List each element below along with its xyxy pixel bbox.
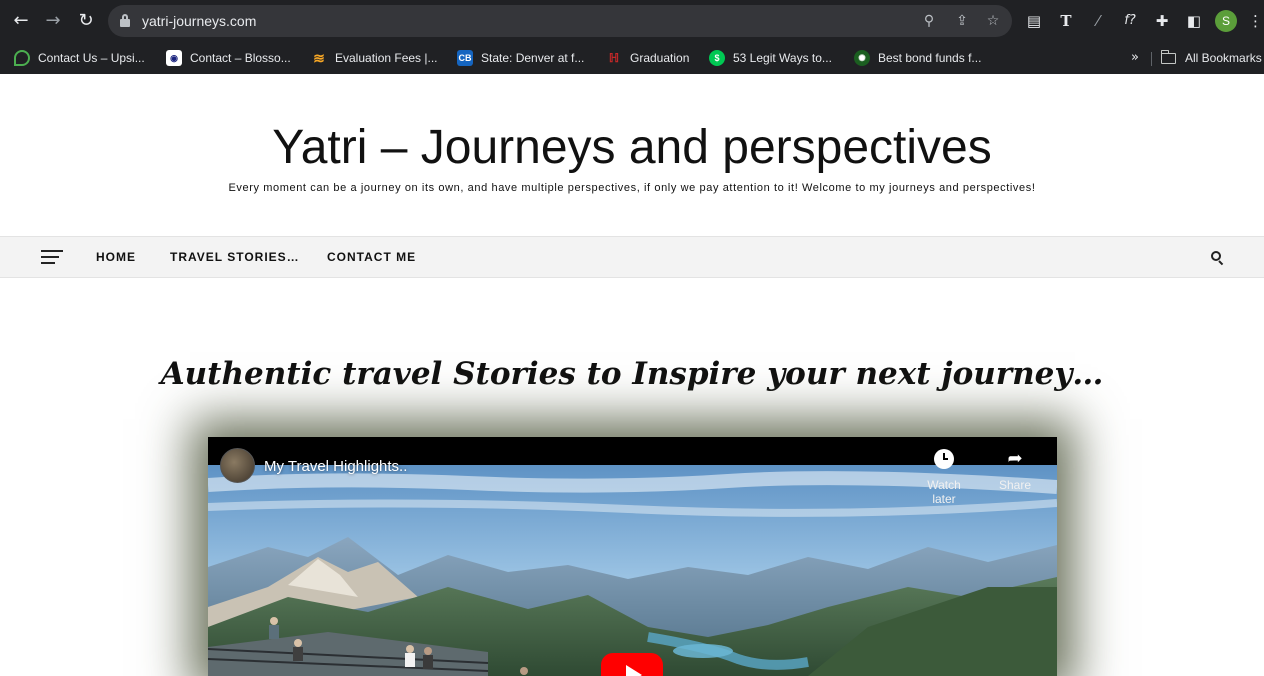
menu-item-home[interactable]: HOME: [96, 249, 136, 265]
forward-arrow-icon[interactable]: →: [43, 11, 63, 31]
address-bar[interactable]: yatri-journeys.com ⚲ ⇪ ☆: [108, 5, 1012, 37]
site-tagline: Every moment can be a journey on its own…: [228, 182, 1036, 194]
formula-extension-icon[interactable]: f?: [1120, 11, 1140, 31]
url-text[interactable]: yatri-journeys.com: [142, 12, 256, 30]
puzzle-extensions-icon[interactable]: ✚: [1152, 11, 1172, 31]
bookmark-label: Contact – Blosso...: [190, 51, 291, 65]
bookmark-label: State: Denver at f...: [481, 51, 585, 65]
bookmark-item[interactable]: CB State: Denver at f...: [457, 50, 584, 66]
site-title[interactable]: Yatri – Journeys and perspectives: [0, 120, 1264, 176]
bookmarks-divider: [1151, 52, 1152, 66]
bookmark-label: 53 Legit Ways to...: [733, 51, 832, 65]
side-panel-icon[interactable]: ◧: [1184, 11, 1204, 31]
bookmark-item[interactable]: ≋ Evaluation Fees |...: [311, 50, 438, 66]
watch-later-label: Watch later: [927, 478, 961, 506]
bookmark-item[interactable]: ✺ Best bond funds f...: [854, 50, 981, 66]
youtube-video-embed[interactable]: My Travel Highlights.. Watch later ➦ Sha…: [208, 437, 1057, 676]
clock-icon: [934, 449, 954, 469]
cb-icon: CB: [457, 50, 473, 66]
kebab-menu-icon[interactable]: ⋮: [1248, 11, 1263, 31]
lock-icon[interactable]: [120, 14, 130, 27]
bookmark-label: Evaluation Fees |...: [335, 51, 438, 65]
watch-later-button[interactable]: Watch later: [914, 449, 974, 506]
hamburger-menu-icon[interactable]: [41, 250, 63, 264]
browser-toolbar: ← → ↻ yatri-journeys.com ⚲ ⇪ ☆ ▤ T ⁄ f? …: [0, 0, 1264, 42]
bookmark-item[interactable]: $ 53 Legit Ways to...: [709, 50, 832, 66]
zoom-icon[interactable]: ⚲: [920, 12, 938, 30]
more-bookmarks-chevron-icon[interactable]: »: [1131, 50, 1139, 66]
main-menu: HOME TRAVEL STORIES… CONTACT ME: [0, 236, 1264, 278]
reload-icon[interactable]: ↻: [76, 11, 96, 31]
menu-item-contact-me[interactable]: CONTACT ME: [327, 249, 416, 265]
bookmark-star-icon[interactable]: ☆: [984, 12, 1002, 30]
bookmark-label: Graduation: [630, 51, 690, 65]
graduation-icon: ℍ: [608, 51, 620, 65]
bookmark-item[interactable]: ◉ Contact – Blosso...: [166, 50, 291, 66]
profile-avatar[interactable]: S: [1215, 10, 1237, 32]
bookmark-label: Best bond funds f...: [878, 51, 982, 65]
bookmark-item[interactable]: Contact Us – Upsi...: [14, 50, 145, 66]
bookmarks-bar: Contact Us – Upsi... ◉ Contact – Blosso.…: [0, 42, 1264, 74]
share-label: Share: [998, 478, 1032, 492]
share-button[interactable]: ➦ Share: [985, 448, 1045, 493]
share-arrow-icon: ➦: [1007, 448, 1023, 469]
folder-icon[interactable]: [1160, 50, 1176, 64]
leaf-icon: [14, 50, 30, 66]
blossom-icon: ◉: [166, 50, 182, 66]
all-bookmarks-button[interactable]: All Bookmarks: [1185, 50, 1262, 66]
youtube-play-button[interactable]: [601, 653, 663, 676]
search-icon[interactable]: [1211, 251, 1225, 266]
stack-icon: ≋: [313, 50, 325, 66]
back-arrow-icon[interactable]: ←: [11, 11, 31, 31]
bond-icon: ✺: [854, 50, 870, 66]
share-page-icon[interactable]: ⇪: [953, 12, 971, 30]
menu-item-travel-stories[interactable]: TRAVEL STORIES…: [170, 249, 300, 265]
bookmark-item[interactable]: ℍ Graduation: [606, 50, 689, 66]
page-headline: Authentic travel Stories to Inspire your…: [160, 356, 1104, 392]
text-extension-icon[interactable]: T: [1056, 11, 1076, 31]
all-bookmarks-label: All Bookmarks: [1185, 51, 1262, 65]
money-icon: $: [709, 50, 725, 66]
channel-avatar[interactable]: [220, 448, 255, 483]
bookmark-label: Contact Us – Upsi...: [38, 51, 145, 65]
printer-extension-icon[interactable]: ▤: [1024, 11, 1044, 31]
video-title[interactable]: My Travel Highlights..: [264, 458, 407, 476]
pen-extension-icon[interactable]: ⁄: [1088, 11, 1108, 31]
